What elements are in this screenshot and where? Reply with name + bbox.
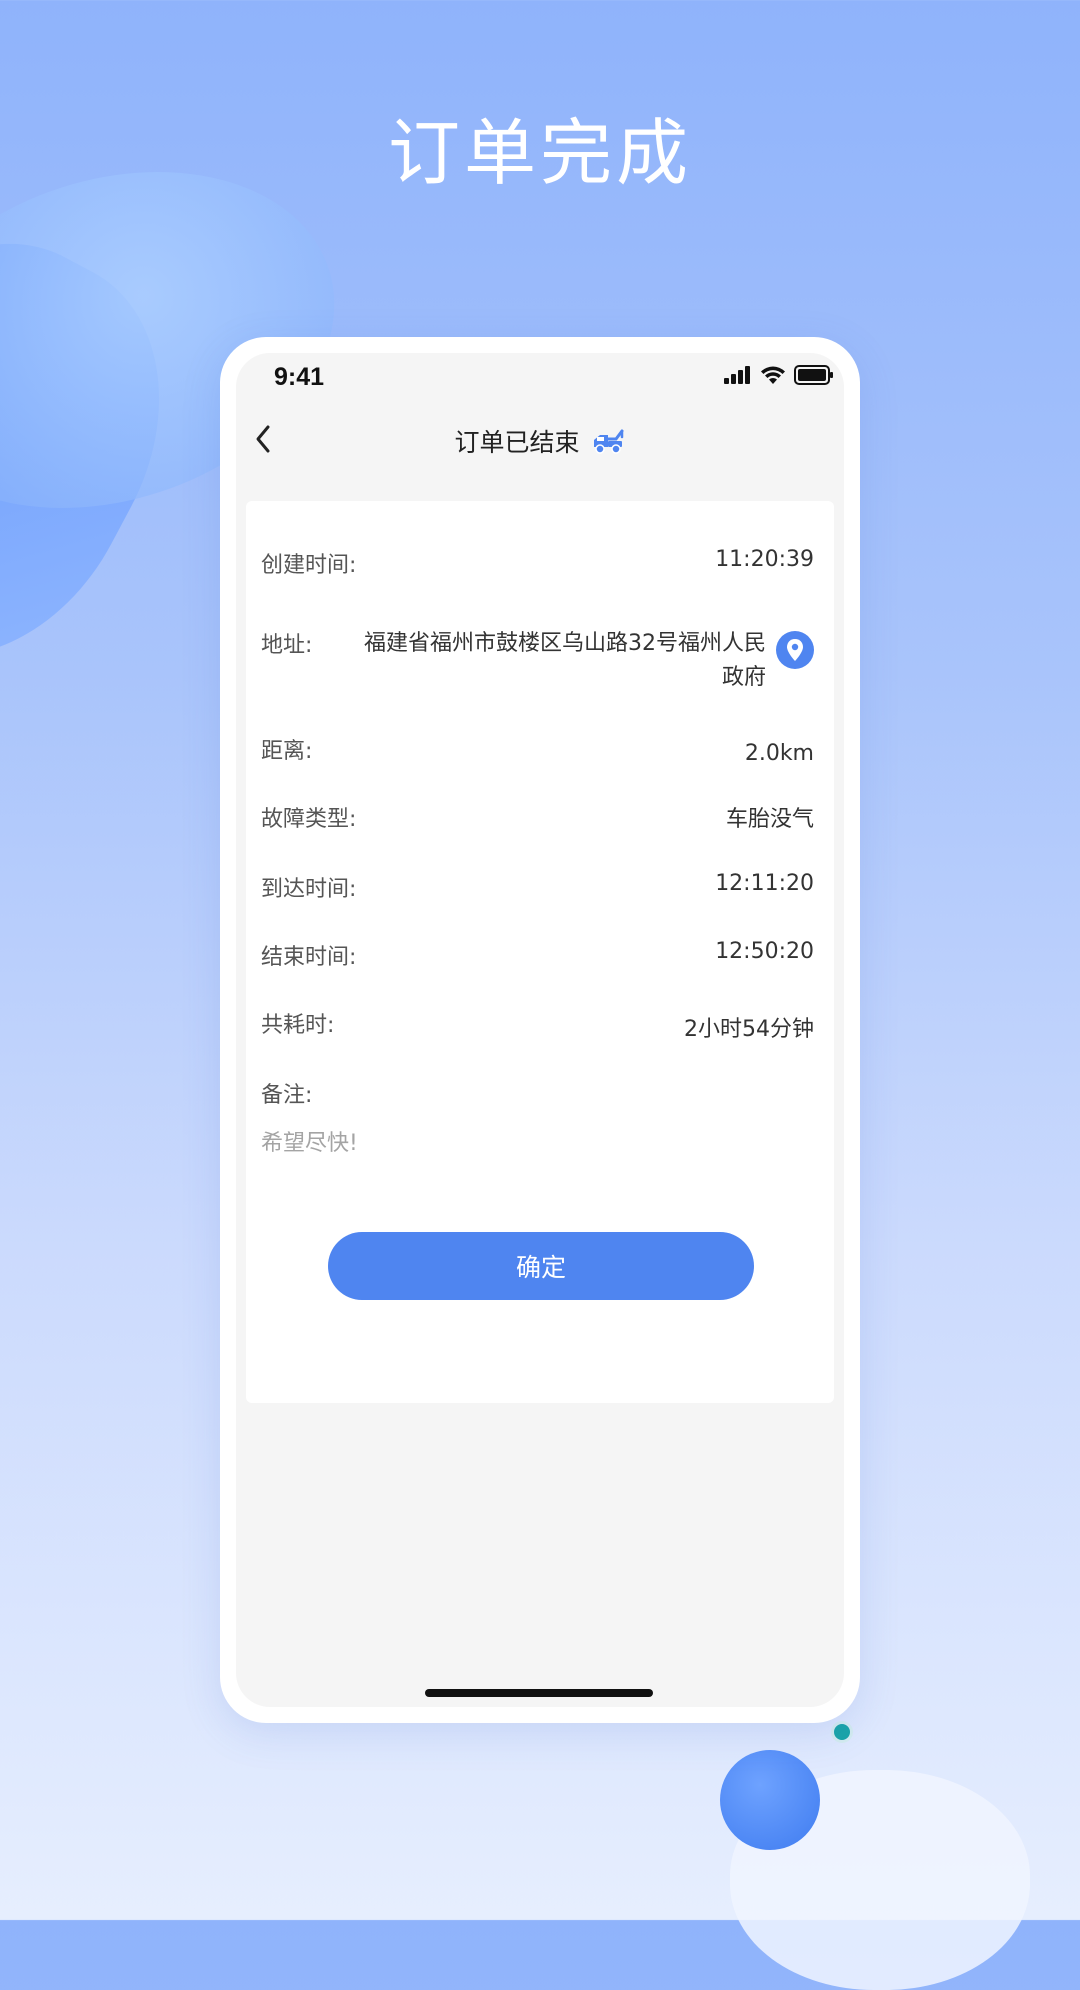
decorative-dot: [831, 1721, 853, 1743]
location-pin-icon: [787, 639, 803, 661]
home-indicator: [425, 1689, 653, 1697]
confirm-button[interactable]: 确定: [328, 1232, 754, 1300]
tow-truck-icon: [593, 429, 623, 454]
created-time-row: 创建时间: 11:20:39: [261, 547, 814, 579]
status-icons: [724, 365, 834, 385]
phone-screen: 9:41 订单已结束 创建时间: 11:20:39 地址: 福建省福州市鼓楼区乌…: [236, 353, 844, 1707]
fault-type-value: 车胎没气: [725, 807, 814, 832]
distance-value: 2.0km: [744, 741, 814, 766]
address-group: 福建省福州市鼓楼区乌山路32号福州人民政府: [354, 627, 814, 695]
phone-frame: 9:41 订单已结束 创建时间: 11:20:39 地址: 福建省福州市鼓楼区乌…: [220, 337, 860, 1723]
end-time-value: 12:50:20: [715, 939, 814, 964]
note-row: 备注:: [261, 1077, 814, 1109]
status-time: 9:41: [274, 363, 325, 391]
decorative-blob: [720, 1750, 820, 1850]
created-time-value: 11:20:39: [715, 547, 814, 572]
order-detail-card: 创建时间: 11:20:39 地址: 福建省福州市鼓楼区乌山路32号福州人民政府: [246, 501, 834, 1403]
note-value: 希望尽快!: [261, 1131, 358, 1156]
end-time-row: 结束时间: 12:50:20: [261, 939, 814, 971]
distance-row: 距离: 2.0km: [261, 733, 814, 766]
address-row: 地址: 福建省福州市鼓楼区乌山路32号福州人民政府: [261, 627, 814, 695]
duration-value: 2小时54分钟: [684, 1017, 814, 1042]
arrive-time-label: 到达时间:: [261, 877, 357, 902]
battery-icon: [794, 365, 833, 385]
duration-label: 共耗时:: [261, 1013, 335, 1038]
address-value: 福建省福州市鼓楼区乌山路32号福州人民政府: [364, 631, 766, 690]
page-title: 订单已结束: [454, 428, 580, 457]
wifi-icon: [761, 366, 785, 384]
arrive-time-row: 到达时间: 12:11:20: [261, 871, 814, 903]
end-time-label: 结束时间:: [261, 945, 357, 970]
fault-type-label: 故障类型:: [261, 807, 357, 832]
location-button[interactable]: [776, 631, 814, 669]
hero-title: 订单完成: [387, 111, 692, 195]
nav-bar: 订单已结束: [236, 407, 844, 477]
arrive-time-value: 12:11:20: [715, 871, 814, 896]
distance-label: 距离:: [261, 739, 313, 764]
duration-row: 共耗时: 2小时54分钟: [261, 1007, 814, 1043]
created-time-label: 创建时间:: [261, 553, 357, 578]
nav-title-group: 订单已结束: [236, 423, 844, 459]
status-bar: 9:41: [236, 353, 844, 407]
fault-type-row: 故障类型: 车胎没气: [261, 801, 814, 833]
note-label: 备注:: [261, 1083, 313, 1108]
address-label: 地址:: [261, 633, 313, 658]
signal-icon: [724, 366, 750, 384]
